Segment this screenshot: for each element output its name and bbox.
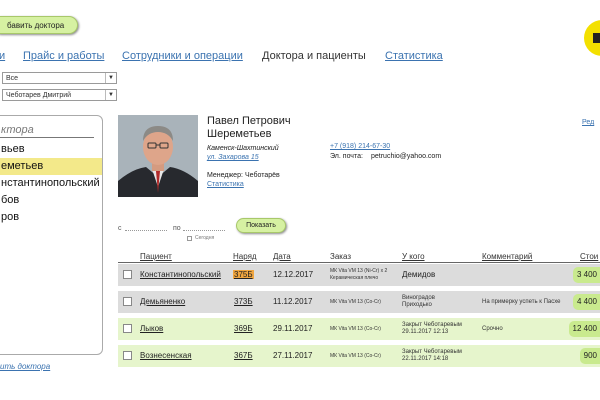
row-order-link[interactable]: 369Б: [234, 324, 253, 333]
row-order-link[interactable]: 367Б: [234, 351, 253, 360]
doctor-stats-link[interactable]: Статистика: [207, 181, 244, 188]
doctor-name-first-middle: Павел Петрович: [207, 115, 291, 127]
row-checkbox[interactable]: [123, 297, 132, 306]
header-work: Заказ: [330, 252, 351, 261]
row-cost: 4 400: [572, 294, 600, 310]
today-label: Сегодня: [195, 235, 215, 241]
header-comment[interactable]: Комментарий: [482, 252, 532, 261]
row-date: 11.12.2017: [273, 297, 313, 306]
row-date: 27.11.2017: [273, 351, 313, 360]
row-who-line1: Закрыт Чеботаревым: [402, 349, 462, 355]
manager-name: Чеботарёв: [245, 172, 280, 179]
row-comment: На примерку успеть к Пасхе: [482, 299, 561, 305]
row-order-link[interactable]: 375Б: [233, 270, 254, 279]
row-patient-link[interactable]: Константинопольский: [140, 270, 221, 279]
header-date[interactable]: Дата: [273, 252, 291, 261]
header-cost[interactable]: Стои: [580, 252, 598, 261]
period-from-label: с: [118, 225, 122, 232]
row-date: 29.11.2017: [273, 324, 313, 333]
doctor-list-item-selected[interactable]: еметьев: [0, 158, 102, 175]
chevron-down-icon: ▼: [105, 90, 116, 100]
row-cost: 3 400: [572, 267, 600, 283]
row-patient-link[interactable]: Вознесенская: [140, 351, 192, 360]
doctor-list-panel: ктора вьев еметьев нстантинопольский бов…: [0, 115, 103, 355]
nav-link-staff[interactable]: Сотрудники и операции: [122, 50, 243, 62]
row-order-link[interactable]: 373Б: [234, 297, 253, 306]
show-button[interactable]: Показать: [236, 218, 286, 233]
row-work-line1: МК Vita VM 13 (Co-Cr): [330, 299, 381, 305]
header-order[interactable]: Наряд: [233, 252, 257, 261]
add-doctor-button[interactable]: бавить доктора: [0, 16, 78, 34]
row-cost: 12 400: [568, 321, 600, 337]
row-patient-link[interactable]: Демьяненко: [140, 297, 185, 306]
row-cost: 900: [579, 348, 600, 364]
doctor-city: Каменск-Шахтинский: [207, 145, 279, 152]
doctor-list-item[interactable]: ров: [0, 209, 102, 226]
doctor-email: petruchio@yahoo.com: [371, 153, 442, 160]
row-who: Демидов: [402, 270, 436, 279]
row-who-line1: Закрыт Чеботаревым: [402, 322, 462, 328]
chevron-down-icon: ▼: [105, 73, 116, 83]
nav-current-doctors: Доктора и пациенты: [262, 50, 366, 62]
doctor-address-link[interactable]: ул. Захарова 15: [207, 154, 259, 161]
header-who[interactable]: У кого: [402, 252, 425, 261]
period-to-input[interactable]: [183, 230, 225, 231]
filter-select-manager-value: Чеботарев Дмитрий: [6, 92, 72, 99]
filter-select-all-value: Все: [6, 75, 19, 82]
logo: [584, 20, 600, 56]
table-header-divider: [118, 262, 600, 263]
filter-select-all[interactable]: Все ▼: [2, 72, 117, 84]
row-who-line2: 22.11.2017 14:18: [402, 356, 449, 362]
nav-link-first[interactable]: и: [0, 50, 5, 62]
row-checkbox[interactable]: [123, 324, 132, 333]
row-work-line1: МК Vita VM 13 (Co-Cr): [330, 326, 381, 332]
nav-link-stats[interactable]: Статистика: [385, 50, 443, 62]
doctor-list-item[interactable]: нстантинопольский: [0, 175, 102, 192]
period-to-label: по: [173, 225, 181, 232]
nav-link-price[interactable]: Прайс и работы: [23, 50, 104, 62]
header-patient[interactable]: Пациент: [140, 252, 172, 261]
period-from-input[interactable]: [125, 230, 167, 231]
logo-mark-icon: [593, 33, 600, 43]
row-checkbox[interactable]: [123, 270, 132, 279]
table-row[interactable]: Лыков 369Б 29.11.2017 МК Vita VM 13 (Co-…: [118, 318, 600, 340]
doctor-portrait-icon: [118, 115, 198, 197]
edit-link[interactable]: Ред: [582, 119, 594, 126]
row-patient-link[interactable]: Лыков: [140, 324, 163, 333]
email-label: Эл. почта:: [330, 153, 363, 160]
table-row[interactable]: Константинопольский 375Б 12.12.2017 МК V…: [118, 264, 600, 286]
doctor-list-header: ктора: [0, 124, 94, 138]
doctor-phone-link[interactable]: +7 (918) 214-67-30: [330, 143, 390, 150]
today-checkbox[interactable]: [187, 236, 192, 241]
row-who-line2: 29.11.2017 12:13: [402, 329, 449, 335]
add-doctor-link[interactable]: ить доктора: [0, 362, 50, 371]
table-row[interactable]: Демьяненко 373Б 11.12.2017 МК Vita VM 13…: [118, 291, 600, 313]
row-who-line2: Приходько: [402, 302, 432, 308]
manager-label: Менеджер:: [207, 172, 243, 179]
row-work-line1: МК Vita VM 13 (Ni-Cr) х 2: [330, 268, 388, 274]
row-comment: Срочно: [482, 326, 503, 332]
row-who-line1: Виноградов: [402, 295, 435, 301]
row-work-line2: Керамическая плечо: [330, 275, 379, 281]
row-checkbox[interactable]: [123, 351, 132, 360]
doctor-name-last: Шереметьев: [207, 128, 272, 140]
row-date: 12.12.2017: [273, 270, 314, 279]
row-work-line1: МК Vita VM 13 (Co-Cr): [330, 353, 381, 359]
table-row[interactable]: Вознесенская 367Б 27.11.2017 МК Vita VM …: [118, 345, 600, 367]
filter-select-manager[interactable]: Чеботарев Дмитрий ▼: [2, 89, 117, 101]
doctor-list-item[interactable]: бов: [0, 192, 102, 209]
doctor-list-item[interactable]: вьев: [0, 141, 102, 158]
doctor-photo: [118, 115, 198, 197]
